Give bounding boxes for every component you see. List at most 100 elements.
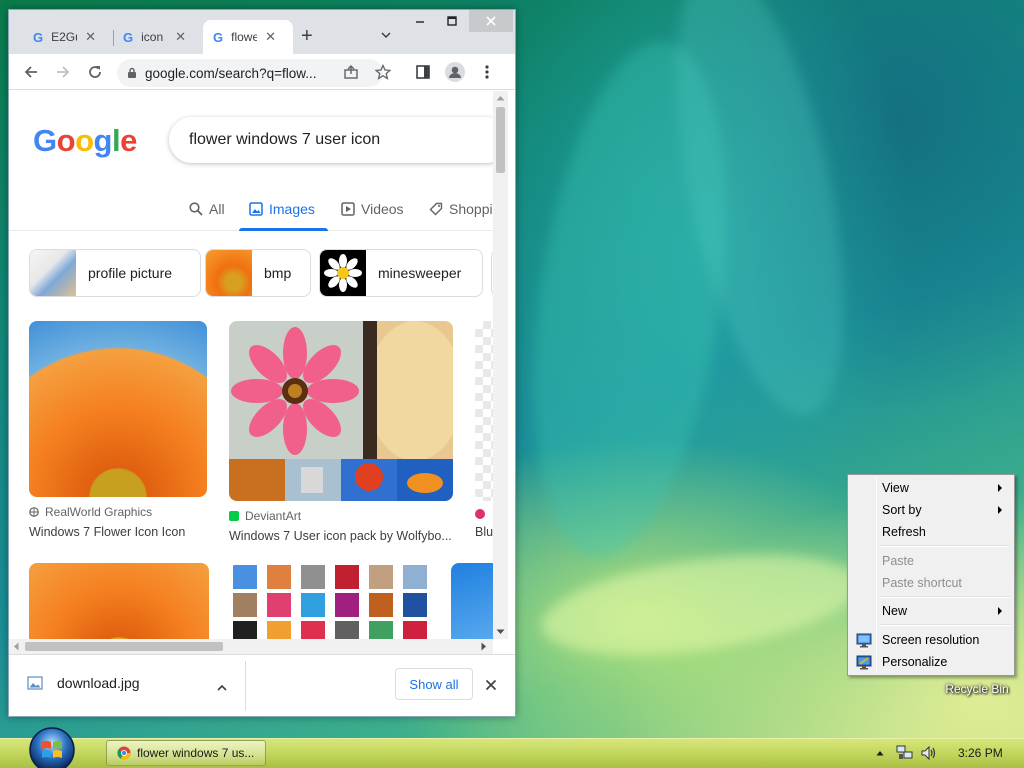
result-image[interactable] bbox=[29, 321, 207, 497]
chrome-logo-icon bbox=[117, 746, 131, 760]
result-title[interactable]: Windows 7 User icon pack by Wolfybo... bbox=[229, 529, 455, 543]
menu-item-paste-shortcut[interactable]: Paste shortcut bbox=[850, 572, 1012, 594]
scroll-down-icon[interactable] bbox=[496, 629, 505, 635]
close-tab-icon[interactable]: ✕ bbox=[175, 29, 186, 45]
close-tab-icon[interactable]: ✕ bbox=[265, 29, 276, 45]
recycle-bin-label: Recycle Bin bbox=[945, 682, 1009, 696]
show-hidden-icons-icon[interactable] bbox=[876, 743, 884, 763]
tab-shopping-label: Shoppi bbox=[449, 201, 493, 217]
menu-item-view[interactable]: View bbox=[850, 477, 1012, 499]
menu-item-screen-resolution[interactable]: Screen resolution bbox=[850, 629, 1012, 651]
scroll-right-icon[interactable] bbox=[481, 642, 487, 651]
result-image[interactable] bbox=[231, 563, 431, 639]
image-result[interactable]: RealWorld Graphics Windows 7 Flower Icon… bbox=[29, 321, 209, 539]
lock-icon[interactable] bbox=[127, 67, 137, 79]
tab-shopping[interactable]: Shoppi bbox=[429, 201, 493, 217]
tab-flower-active[interactable]: G flowe ✕ bbox=[203, 20, 293, 54]
google-logo[interactable]: Google bbox=[33, 123, 137, 159]
search-input[interactable]: flower windows 7 user icon bbox=[169, 117, 493, 163]
google-favicon-icon: G bbox=[213, 29, 224, 45]
download-divider bbox=[245, 661, 246, 711]
share-icon[interactable] bbox=[341, 62, 361, 82]
submenu-arrow-icon bbox=[998, 484, 1002, 492]
chip-profile-picture[interactable]: profile picture bbox=[29, 249, 201, 297]
minimize-button[interactable] bbox=[407, 10, 433, 32]
image-result[interactable] bbox=[29, 563, 209, 639]
result-source[interactable]: RealWorld Graphics bbox=[29, 505, 209, 519]
horizontal-scroll-thumb[interactable] bbox=[25, 642, 223, 651]
image-result[interactable] bbox=[451, 563, 493, 639]
google-favicon-icon: G bbox=[33, 29, 44, 45]
taskbar-chrome-button[interactable]: flower windows 7 us... bbox=[106, 740, 266, 766]
site-favicon-icon bbox=[475, 509, 485, 519]
search-nav-tabs: All Images Videos Shoppi bbox=[9, 191, 493, 231]
menu-item-refresh[interactable]: Refresh bbox=[850, 521, 1012, 543]
network-icon[interactable] bbox=[896, 743, 914, 763]
image-result[interactable] bbox=[231, 563, 431, 639]
horizontal-scrollbar[interactable] bbox=[9, 639, 493, 654]
show-all-button[interactable]: Show all bbox=[395, 668, 473, 700]
side-panel-icon[interactable] bbox=[413, 62, 433, 82]
system-clock[interactable]: 3:26 PM bbox=[958, 746, 1003, 760]
menu-item-label: Paste bbox=[882, 554, 914, 568]
taskbar-app-label: flower windows 7 us... bbox=[137, 746, 255, 760]
close-download-shelf-icon[interactable] bbox=[485, 679, 497, 691]
search-query-text: flower windows 7 user icon bbox=[189, 131, 381, 148]
menu-item-sort-by[interactable]: Sort by bbox=[850, 499, 1012, 521]
tab-search-chevron-icon[interactable] bbox=[381, 30, 391, 40]
result-image[interactable] bbox=[229, 321, 453, 501]
scroll-left-icon[interactable] bbox=[13, 642, 19, 651]
maximize-button[interactable] bbox=[439, 10, 465, 32]
globe-icon bbox=[29, 507, 39, 517]
back-arrow-icon[interactable] bbox=[21, 62, 41, 82]
result-image[interactable] bbox=[451, 563, 493, 639]
image-result[interactable]: Blu bbox=[475, 321, 493, 539]
image-result[interactable]: DeviantArt Windows 7 User icon pack by W… bbox=[229, 321, 455, 543]
volume-icon[interactable] bbox=[920, 743, 938, 763]
menu-item-label: Screen resolution bbox=[882, 633, 980, 647]
bookmark-star-icon[interactable] bbox=[373, 62, 393, 82]
chip-label: bmp bbox=[264, 265, 292, 281]
download-item[interactable]: download.jpg bbox=[27, 675, 140, 691]
chip-minesweeper[interactable]: minesweeper bbox=[319, 249, 483, 297]
menu-item-label: View bbox=[882, 481, 909, 495]
video-icon bbox=[341, 202, 355, 216]
start-orb-windows-icon[interactable] bbox=[20, 720, 84, 768]
tab-e2gu[interactable]: G E2Gu ✕ bbox=[23, 20, 106, 54]
result-source-label: DeviantArt bbox=[245, 509, 302, 523]
tab-images[interactable]: Images bbox=[249, 201, 315, 217]
tab-videos[interactable]: Videos bbox=[341, 201, 404, 217]
result-image[interactable] bbox=[29, 563, 209, 639]
forward-arrow-icon[interactable] bbox=[53, 62, 73, 82]
scroll-up-icon[interactable] bbox=[496, 95, 505, 101]
result-image[interactable] bbox=[475, 321, 493, 501]
tab-icon[interactable]: G icon ✕ bbox=[113, 20, 196, 54]
chip-bmp[interactable]: bmp bbox=[205, 249, 311, 297]
chevron-up-icon[interactable] bbox=[217, 685, 227, 691]
kebab-menu-icon[interactable] bbox=[477, 62, 497, 82]
menu-separator bbox=[880, 545, 1010, 547]
search-icon bbox=[189, 202, 203, 216]
vertical-scrollbar[interactable] bbox=[493, 91, 508, 639]
tab-all[interactable]: All bbox=[189, 201, 225, 217]
desktop-context-menu: View Sort by Refresh Paste Paste shortcu… bbox=[847, 474, 1015, 676]
vertical-scroll-thumb[interactable] bbox=[496, 107, 505, 173]
reload-icon[interactable] bbox=[85, 62, 105, 82]
recycle-bin-desktop-icon[interactable]: Recycle Bin bbox=[942, 668, 1012, 696]
new-tab-button[interactable]: + bbox=[301, 26, 313, 46]
tab-label: E2Gu bbox=[51, 30, 77, 44]
deviantart-favicon-icon bbox=[229, 511, 239, 521]
result-title[interactable]: Windows 7 Flower Icon Icon bbox=[29, 525, 209, 539]
search-results-page: Google flower windows 7 user icon All Im… bbox=[9, 91, 493, 639]
menu-item-label: Sort by bbox=[882, 503, 922, 517]
result-title[interactable]: Blu bbox=[475, 525, 493, 539]
close-window-button[interactable] bbox=[469, 10, 513, 32]
close-tab-icon[interactable]: ✕ bbox=[85, 29, 96, 45]
result-source[interactable] bbox=[475, 509, 493, 519]
menu-item-label: Refresh bbox=[882, 525, 926, 539]
menu-item-new[interactable]: New bbox=[850, 600, 1012, 622]
tab-label: icon bbox=[141, 30, 164, 44]
result-source[interactable]: DeviantArt bbox=[229, 509, 455, 523]
menu-item-paste[interactable]: Paste bbox=[850, 550, 1012, 572]
profile-avatar-icon[interactable] bbox=[445, 62, 465, 82]
